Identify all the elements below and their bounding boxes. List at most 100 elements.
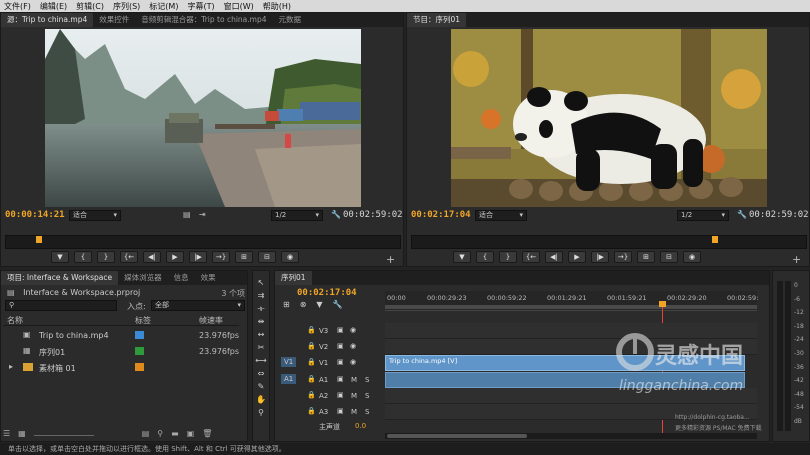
list-item[interactable]: ▸ 素材箱 01 [3,360,239,374]
go-to-in-button[interactable]: {← [120,251,138,263]
camera-icon[interactable]: ◉ [683,251,701,263]
sync-lock-icon[interactable]: ▣ [337,375,344,383]
source-patch-a1[interactable]: A1 [281,374,297,384]
export-frame-icon[interactable]: ▤ [183,210,191,219]
plus-icon[interactable]: + [792,253,801,266]
search-icon[interactable]: ⚲ [157,429,163,441]
eye-icon[interactable]: ◉ [350,326,356,334]
tab-effect-controls[interactable]: 效果控件 [93,13,135,27]
track-v2-lane[interactable] [385,339,757,355]
timeline-scrollbar[interactable] [385,433,757,439]
video-clip[interactable]: Trip to china.mp4 [V] [385,355,745,371]
go-to-in-button[interactable]: {← [522,251,540,263]
step-back-button[interactable]: ◀| [545,251,563,263]
menu-clip[interactable]: 剪辑(C) [76,1,104,12]
eye-icon[interactable]: ◉ [350,358,356,366]
menu-title[interactable]: 字幕(T) [187,1,214,12]
tab-program[interactable]: 节目：序列01 [407,13,467,27]
search-input[interactable]: ⚲ [5,300,117,311]
lock-icon[interactable]: 🔒 [307,407,316,415]
insert-button[interactable]: ⊞ [235,251,253,263]
automate-icon[interactable]: ▤ [142,429,150,441]
audio-clip[interactable] [385,372,745,388]
lift-button[interactable]: ⊞ [637,251,655,263]
menu-file[interactable]: 文件(F) [4,1,31,12]
film-icon[interactable]: ▣ [337,358,344,366]
add-marker-icon[interactable]: ▼ [316,300,322,309]
wrench-icon[interactable]: 🔧 [331,210,341,219]
track-a3-lane[interactable] [385,404,757,420]
tab-info[interactable]: 信息 [168,271,195,285]
master-volume[interactable]: 0.0 [355,422,366,430]
ruler-work-area[interactable] [385,305,757,309]
mute-button[interactable]: M [351,392,357,400]
plus-icon[interactable]: + [386,253,395,266]
in-point-dropdown[interactable]: 全部 ▾ [151,300,245,311]
go-to-out-button[interactable]: →} [212,251,230,263]
slip-icon[interactable]: ⟷ [255,355,267,367]
mute-button[interactable]: M [351,408,357,416]
time-ruler[interactable]: 00:00 00:00:29:23 00:00:59:22 00:01:29:2… [385,291,758,311]
add-marker-button[interactable]: ▼ [453,251,471,263]
source-scrubber[interactable] [5,235,401,249]
razor-icon[interactable]: ✂ [255,342,267,354]
sync-lock-icon[interactable]: ▣ [337,407,344,415]
eye-icon[interactable]: ◉ [350,342,356,350]
program-resolution-dropdown[interactable]: 1/2 ▾ [677,210,729,221]
mark-in-button[interactable]: { [476,251,494,263]
list-item[interactable]: ▣ Trip to china.mp4 23.976fps [3,328,239,342]
lock-icon[interactable]: 🔒 [307,342,316,350]
scrollbar-thumb[interactable] [387,434,527,438]
solo-button[interactable]: S [365,392,369,400]
wrench-icon[interactable]: 🔧 [737,210,747,219]
source-timecode[interactable]: 00:00:14:21 [5,210,65,220]
tab-audio-mixer[interactable]: 音频剪辑混合器：Trip to china.mp4 [135,13,272,27]
hand-icon[interactable]: ✋ [255,394,267,406]
menu-window[interactable]: 窗口(W) [224,1,254,12]
lock-icon[interactable]: 🔒 [307,391,316,399]
add-marker-button[interactable]: ▼ [51,251,69,263]
source-patch-v1[interactable]: V1 [281,357,297,367]
track-select-icon[interactable]: ⇉ [255,290,267,302]
zoom-icon[interactable]: ⚲ [255,407,267,419]
rolling-edit-icon[interactable]: ⇹ [255,316,267,328]
program-fit-dropdown[interactable]: 适合 ▾ [475,210,527,221]
source-resolution-dropdown[interactable]: 1/2 ▾ [271,210,323,221]
icon-view-icon[interactable]: ▦ [18,429,26,441]
track-v3-lane[interactable] [385,323,757,339]
tab-media-browser[interactable]: 媒体浏览器 [118,271,168,285]
tab-effects[interactable]: 效果 [195,271,222,285]
tab-sequence[interactable]: 序列01 [275,271,312,285]
trash-icon[interactable]: 🗑 [202,429,212,441]
timeline-timecode[interactable]: 00:02:17:04 [297,288,357,298]
overwrite-button[interactable]: ⊟ [258,251,276,263]
mute-button[interactable]: M [351,376,357,384]
menu-help[interactable]: 帮助(H) [263,1,291,12]
column-name[interactable]: 名称 [7,315,23,326]
play-button[interactable]: ▶ [166,251,184,263]
program-playhead[interactable] [712,236,718,243]
source-playhead[interactable] [36,236,42,243]
go-to-out-button[interactable]: →} [614,251,632,263]
pen-icon[interactable]: ✎ [255,381,267,393]
track-a2-lane[interactable] [385,388,757,404]
sync-lock-icon[interactable]: ▣ [337,391,344,399]
tab-source[interactable]: 源：Trip to china.mp4 [1,13,94,27]
settings-icon[interactable]: 🔧 [333,300,343,309]
tab-project[interactable]: 项目: Interface & Workspace [1,271,119,285]
column-fps[interactable]: 帧速率 [199,315,223,326]
solo-button[interactable]: S [365,376,369,384]
selection-tool-icon[interactable]: ↖ [255,277,267,289]
play-button[interactable]: ▶ [568,251,586,263]
program-scrubber[interactable] [411,235,807,249]
column-label[interactable]: 标签 [135,315,151,326]
film-icon[interactable]: ▣ [337,342,344,350]
lock-icon[interactable]: 🔒 [307,358,316,366]
tab-metadata[interactable]: 元数据 [273,13,308,27]
slide-icon[interactable]: ⇔ [255,368,267,380]
camera-icon[interactable]: ◉ [281,251,299,263]
ripple-edit-icon[interactable]: ⟛ [255,303,267,315]
new-item-icon[interactable]: ▣ [187,429,195,441]
extract-button[interactable]: ⊟ [660,251,678,263]
menu-marker[interactable]: 标记(M) [149,1,178,12]
